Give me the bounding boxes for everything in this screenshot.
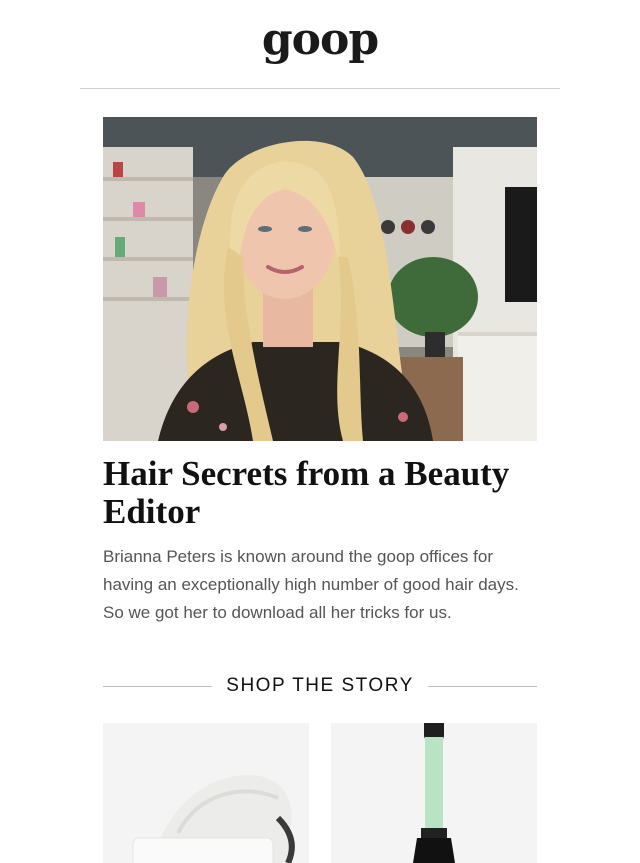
header-divider [80, 88, 560, 89]
heading-rule-right [427, 685, 538, 687]
product-card-cream-jar[interactable] [103, 723, 309, 863]
product-card-curling-wand[interactable] [331, 723, 537, 863]
goop-logo[interactable]: goop [0, 0, 640, 74]
article-description: Brianna Peters is known around the goop … [103, 547, 519, 622]
hero-photo-illustration [103, 117, 537, 441]
shop-the-story-heading: SHOP THE STORY [103, 673, 538, 699]
shop-heading-label: SHOP THE STORY [226, 675, 414, 696]
hero-image[interactable] [103, 117, 537, 441]
article-title[interactable]: Hair Secrets from a Beauty Editor [103, 455, 543, 531]
curling-wand-icon [413, 723, 455, 863]
heading-rule-left [103, 685, 213, 687]
cream-jar-icon [132, 774, 295, 863]
